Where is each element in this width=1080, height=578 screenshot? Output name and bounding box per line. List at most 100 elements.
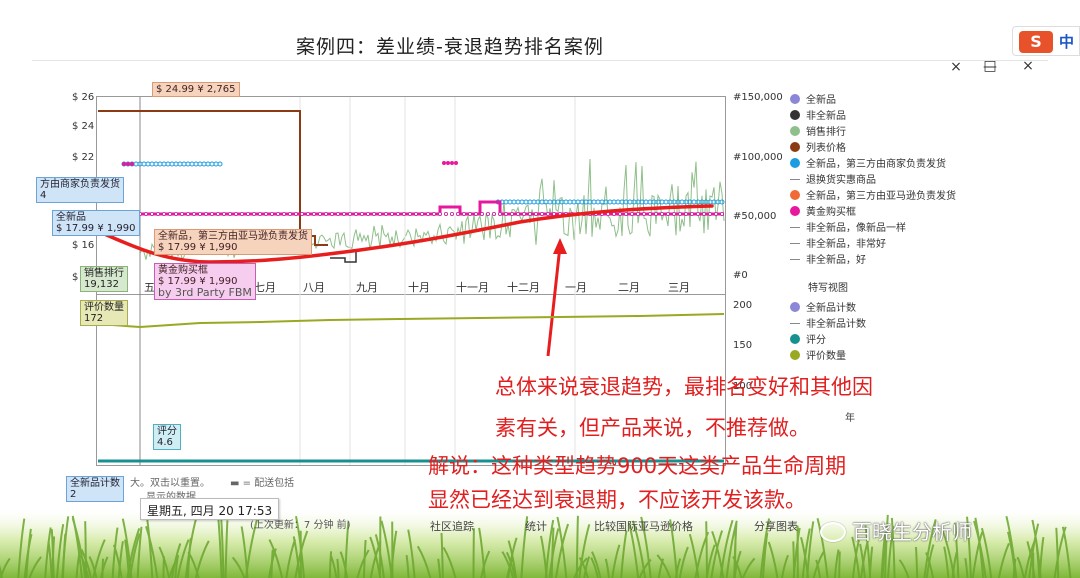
filter-label[interactable]: ▬ = 配送包括 — [230, 474, 294, 489]
buybox-marker — [516, 211, 521, 216]
buybox-marker — [660, 211, 665, 216]
merchant-offer-point — [515, 199, 521, 205]
buybox-marker — [191, 211, 196, 216]
legend-item[interactable]: 退换货实惠商品 — [790, 174, 876, 188]
rating-tooltip: 评分 4.6 — [153, 424, 181, 450]
grass-blade — [270, 549, 274, 578]
buybox-marker — [696, 211, 701, 216]
buybox-marker — [437, 211, 442, 216]
legend-swatch-icon — [790, 94, 800, 104]
amazon-fulfilled-tooltip: 全新品，第三方由亚马逊负责发货 $ 17.99 ¥ 1,990 — [154, 229, 312, 255]
buybox-marker — [672, 211, 677, 216]
buybox-marker — [263, 211, 268, 216]
legend-item[interactable]: 销售排行 — [790, 126, 846, 140]
price-tick-26: $ 26 — [72, 92, 95, 103]
buybox-marker — [251, 211, 256, 216]
buybox-marker — [197, 211, 202, 216]
legend-item[interactable]: 评分 — [790, 334, 826, 348]
buybox-marker — [720, 211, 725, 216]
merchant-fulfilled-tooltip: 方由商家负责发货 4 — [36, 177, 124, 203]
buybox-marker — [371, 211, 376, 216]
buybox-marker — [612, 211, 617, 216]
buybox-marker — [624, 211, 629, 216]
legend-item[interactable]: 全新品，第三方由亚马逊负责发货 — [790, 190, 956, 204]
legend-item[interactable]: 全新品 — [790, 94, 836, 108]
legend-item[interactable]: 评价数量 — [790, 350, 846, 364]
legend-label: 全新品，第三方由商家负责发货 — [806, 159, 946, 170]
legend-label: 退换货实惠商品 — [806, 175, 876, 186]
buybox-point — [454, 161, 458, 165]
buybox-marker — [317, 211, 322, 216]
rating-label: 评分 — [157, 426, 177, 437]
buybox-marker — [509, 211, 514, 216]
filter-text: 配送包括 — [254, 478, 295, 489]
merchant-offer-point — [181, 161, 187, 167]
month-mar: 三月 — [668, 281, 690, 294]
buybox-label: 黄金购买框 — [158, 265, 208, 276]
new-price-label: 全新品 — [56, 212, 86, 223]
buybox-marker — [618, 211, 623, 216]
tab-statistics[interactable]: 统计 — [525, 518, 547, 534]
merchant-offer-point — [503, 199, 509, 205]
buybox-marker — [257, 211, 262, 216]
legend-item[interactable]: 非全新品，非常好 — [790, 238, 886, 252]
buybox-marker — [329, 211, 334, 216]
legend-swatch-icon — [790, 110, 800, 120]
buybox-point — [450, 161, 454, 165]
buybox-marker — [714, 211, 719, 216]
buybox-point — [122, 162, 126, 166]
merchant-offer-point — [189, 161, 195, 167]
grass-blade — [336, 558, 340, 578]
merchant-offer-point — [205, 161, 211, 167]
merchant-offer-point — [149, 161, 155, 167]
tab-share-chart[interactable]: 分享图表 — [754, 518, 798, 534]
legend-item[interactable]: 非全新品，像新品一样 — [790, 222, 906, 236]
merchant-offer-point — [209, 161, 215, 167]
tab-compare-prices[interactable]: 比较国际亚马逊价格 — [594, 518, 693, 534]
rank-tick-100000: #100,000 — [733, 152, 783, 163]
buybox-marker — [401, 211, 406, 216]
merchant-offer-point — [567, 199, 573, 205]
buybox-marker — [449, 211, 454, 216]
legend-item[interactable]: 列表价格 — [790, 142, 846, 156]
merchant-offer-point — [507, 199, 513, 205]
legend-item[interactable]: 黄金购买框 — [790, 206, 856, 220]
buybox-marker — [690, 211, 695, 216]
merchant-offer-point — [523, 199, 529, 205]
legend-item[interactable]: 全新品计数 — [790, 302, 856, 316]
review-count-value: 172 — [84, 313, 104, 324]
buybox-marker — [678, 211, 683, 216]
legend-label: 全新品，第三方由亚马逊负责发货 — [806, 191, 956, 202]
legend-swatch-icon — [790, 126, 800, 136]
buybox-marker — [455, 211, 460, 216]
merchant-offer-point — [615, 199, 621, 205]
legend-swatch-icon — [790, 190, 800, 200]
merchant-offer-point — [635, 199, 641, 205]
buybox-marker — [173, 211, 178, 216]
legend-item[interactable]: 非全新品，好 — [790, 254, 866, 268]
legend-item[interactable]: 全新品，第三方由商家负责发货 — [790, 158, 946, 172]
amazon-fulfilled-value: $ 17.99 ¥ 1,990 — [158, 242, 238, 253]
new-price-value: $ 17.99 ¥ 1,990 — [56, 223, 136, 234]
legend-swatch-icon — [790, 323, 800, 324]
buybox-marker — [552, 211, 557, 216]
grass-blade — [838, 551, 841, 578]
buybox-marker — [630, 211, 635, 216]
buybox-marker — [335, 211, 340, 216]
tab-community-tracking[interactable]: 社区追踪 — [430, 518, 474, 534]
rank-tick-50000: #50,000 — [733, 211, 777, 222]
legend-item[interactable]: 非全新品 — [790, 110, 846, 124]
month-dec: 十二月 — [507, 281, 540, 294]
buybox-marker — [407, 211, 412, 216]
merchant-offer-point — [193, 161, 199, 167]
legend-item[interactable]: 非全新品计数 — [790, 318, 866, 332]
new-count-value: 2 — [70, 489, 77, 500]
buybox-marker — [377, 211, 382, 216]
buybox-marker — [467, 211, 472, 216]
legend-swatch-icon — [790, 158, 800, 168]
legend-closeup-view[interactable]: 特写视图 — [808, 279, 848, 294]
grass-blade — [705, 521, 708, 578]
legend-label: 列表价格 — [806, 143, 846, 154]
buybox-point — [130, 162, 134, 166]
grass-blade — [915, 546, 919, 578]
